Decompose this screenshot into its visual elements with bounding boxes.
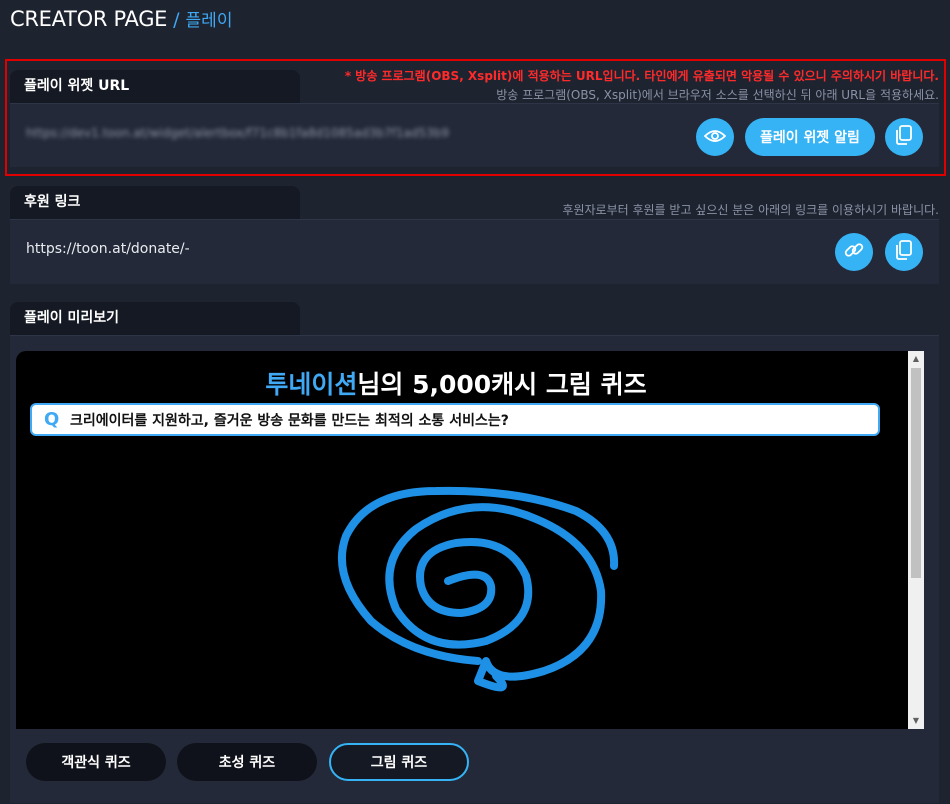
spiral-drawing <box>337 486 619 692</box>
eye-icon <box>703 128 727 147</box>
donate-hint: 후원자로부터 후원를 받고 싶으신 분은 아래의 링크를 이용하시기 바랍니다. <box>562 203 939 217</box>
scroll-down-arrow[interactable]: ▼ <box>908 713 924 729</box>
copy-widget-url-button[interactable] <box>885 118 923 156</box>
preview-eye-button[interactable] <box>696 118 734 156</box>
tab-widget-url: 플레이 위젯 URL <box>10 70 300 103</box>
tab-play-preview: 플레이 미리보기 <box>10 302 300 335</box>
initial-consonant-quiz-button[interactable]: 초성 퀴즈 <box>177 743 317 781</box>
widget-url-panel: https://dev1.toon.at/widget/alertbox/f71… <box>10 103 939 167</box>
widget-url-section: 플레이 위젯 URL * 방송 프로그램(OBS, Xsplit)에 적용하는 … <box>10 69 939 167</box>
copy-icon <box>895 240 913 264</box>
breadcrumb-separator: / <box>173 9 180 31</box>
quiz-preview-frame: 투네이션님의 5,000캐시 그림 퀴즈 Q 크리에이터를 지원하고, 즐거운 … <box>16 351 924 729</box>
widget-alert-button[interactable]: 플레이 위젯 알림 <box>745 118 875 156</box>
preview-scrollbar[interactable]: ▲ ▼ <box>908 351 924 729</box>
widget-url-value[interactable]: https://dev1.toon.at/widget/alertbox/f71… <box>26 126 449 140</box>
link-icon <box>844 240 864 264</box>
donate-link-section: 후원 링크 후원자로부터 후원를 받고 싶으신 분은 아래의 링크를 이용하시기… <box>10 186 939 284</box>
scroll-thumb[interactable] <box>911 368 921 578</box>
multiple-choice-quiz-button[interactable]: 객관식 퀴즈 <box>26 743 166 781</box>
tab-donate-link: 후원 링크 <box>10 186 300 219</box>
donate-panel: https://toon.at/donate/- <box>10 219 939 284</box>
page-header: CREATOR PAGE / 플레이 <box>10 6 232 36</box>
copy-donate-url-button[interactable] <box>885 233 923 271</box>
page-title: CREATOR PAGE <box>10 7 168 31</box>
warning-text: * 방송 프로그램(OBS, Xsplit)에 적용하는 URL입니다. 타인에… <box>344 69 939 83</box>
open-link-button[interactable] <box>835 233 873 271</box>
drawing-quiz-button[interactable]: 그림 퀴즈 <box>329 743 469 781</box>
donate-url-value[interactable]: https://toon.at/donate/- <box>26 241 190 257</box>
widget-hint: 방송 프로그램(OBS, Xsplit)에서 브라우저 소스를 선택하신 뒤 아… <box>496 88 939 102</box>
breadcrumb-current: 플레이 <box>185 11 233 31</box>
copy-icon <box>895 125 913 149</box>
scroll-up-arrow[interactable]: ▲ <box>908 351 924 367</box>
